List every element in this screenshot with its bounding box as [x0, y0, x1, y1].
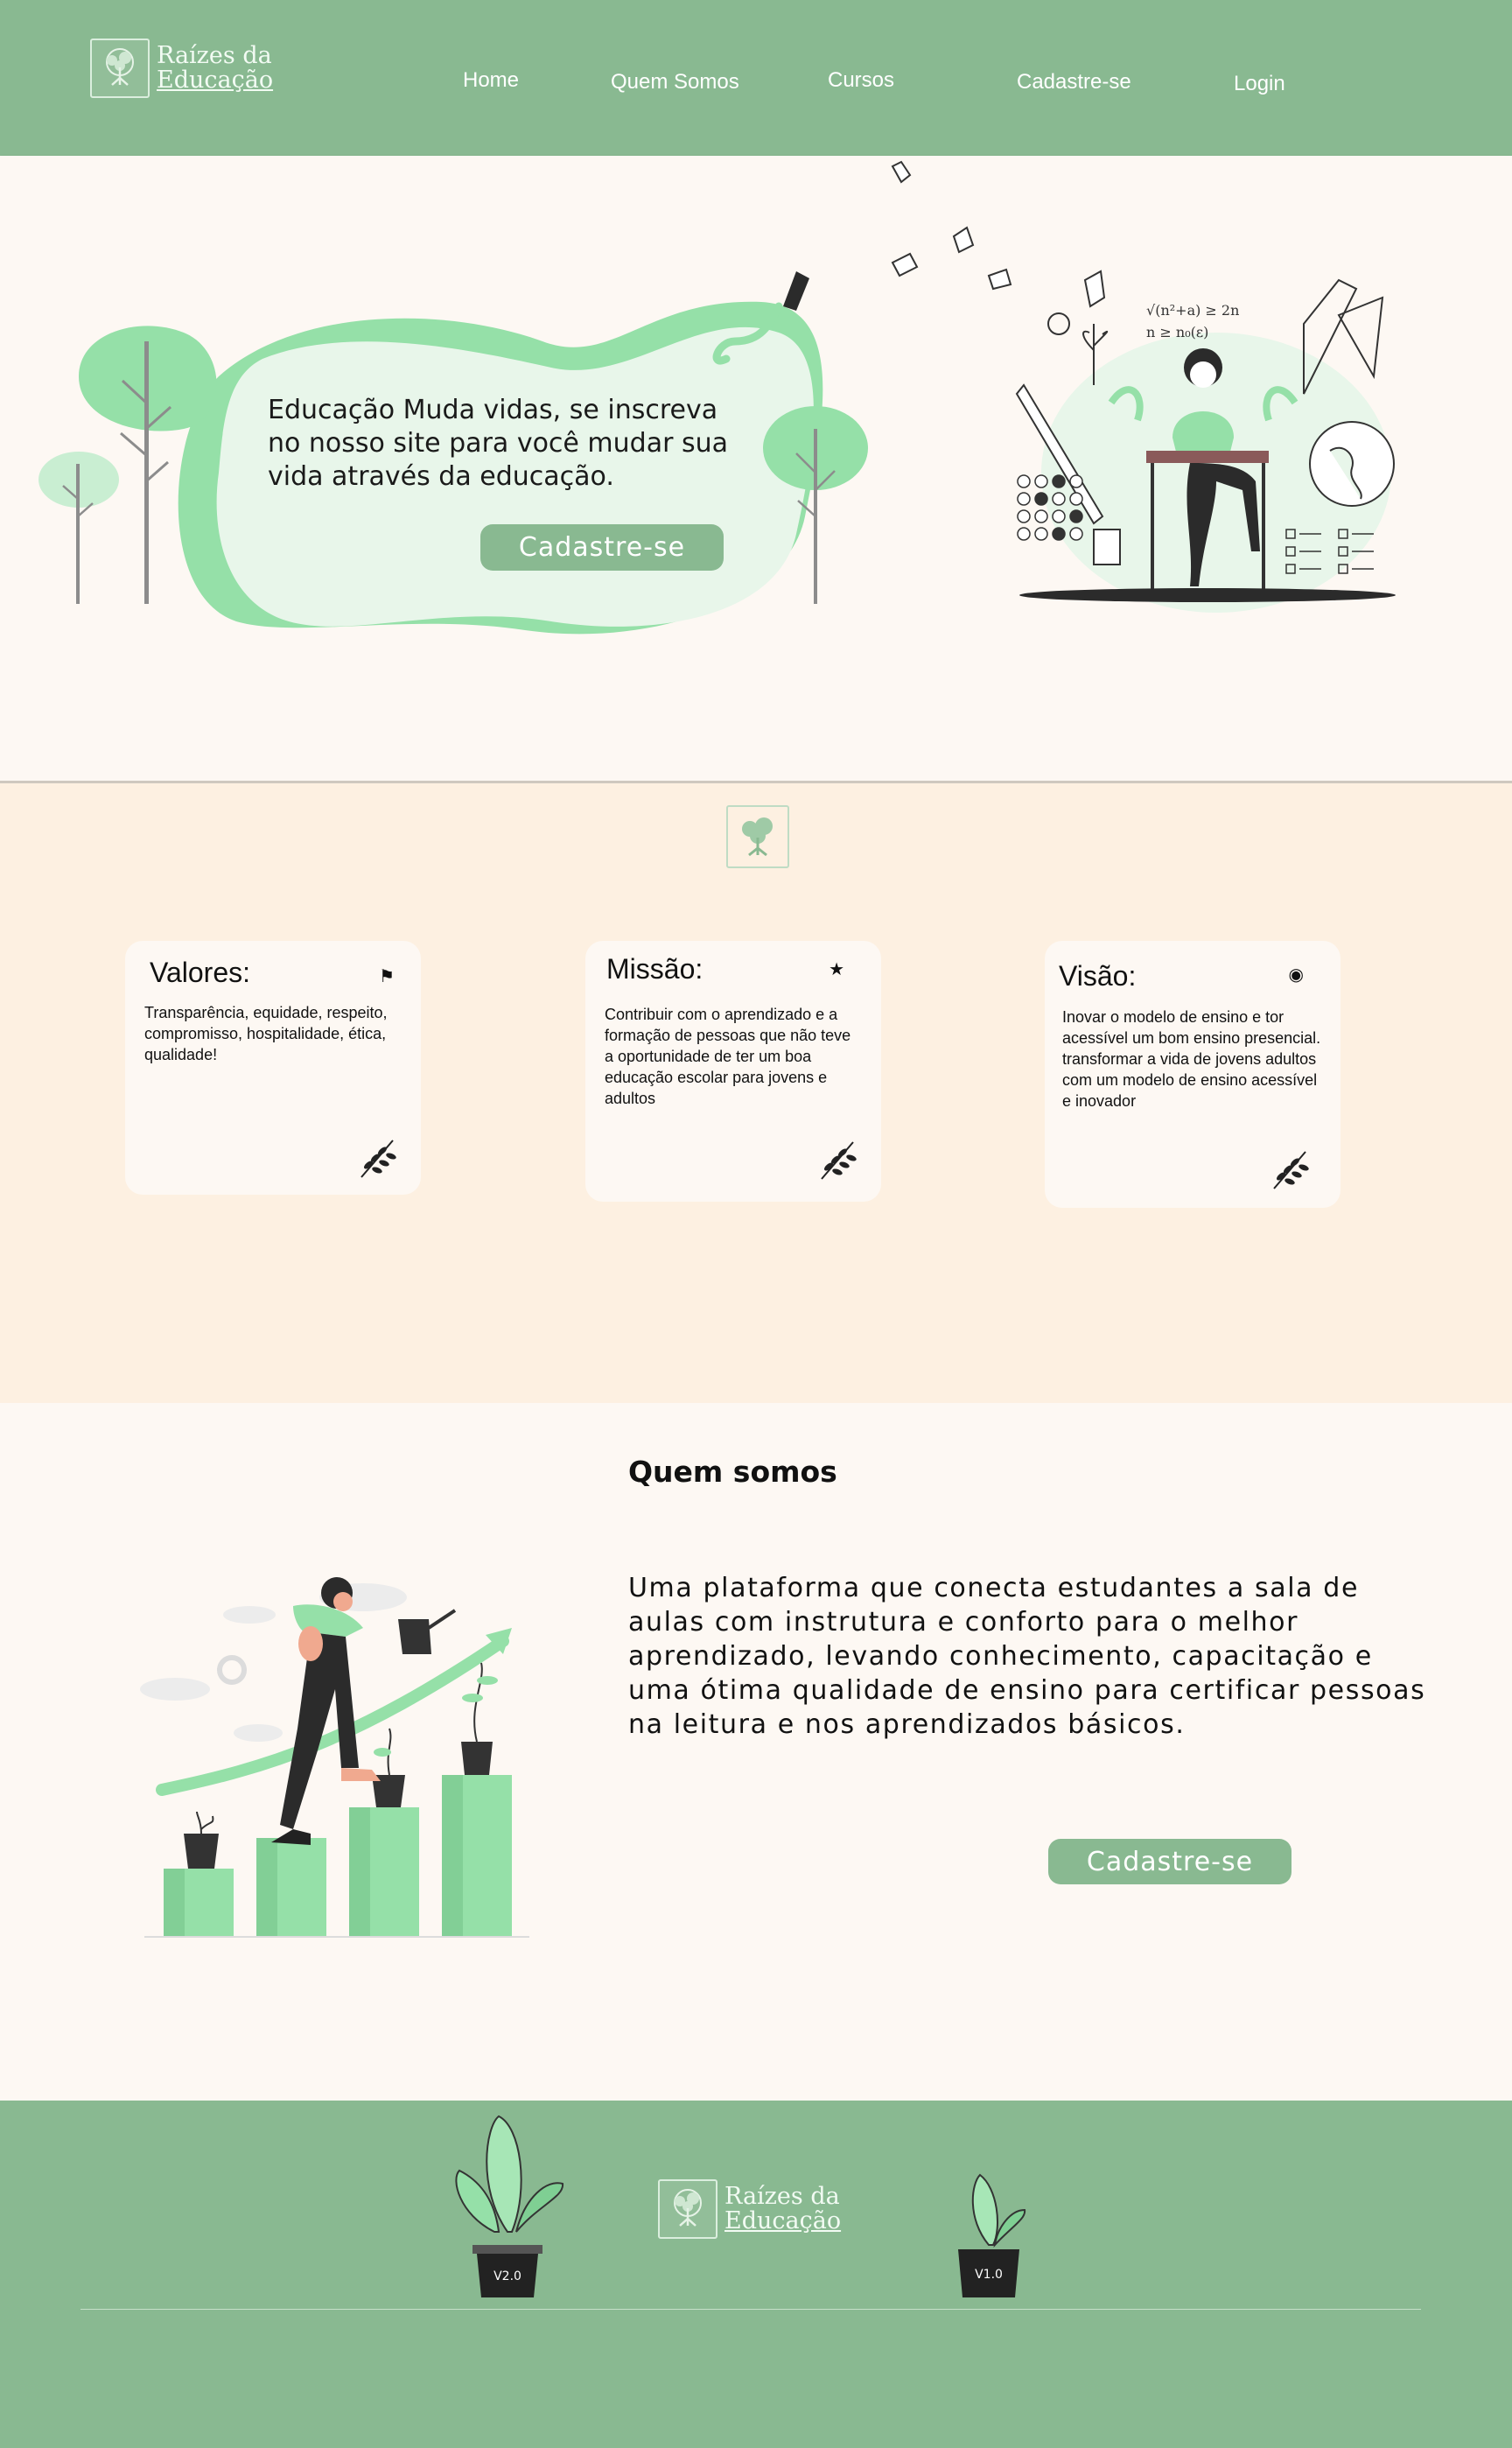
- footer-logo[interactable]: Raízes da Educação: [658, 2179, 841, 2239]
- growth-woman-illustration: [140, 1577, 529, 1938]
- values-card-title: Valores:: [150, 957, 251, 988]
- values-card: Valores: ⚑ Transparência, equidade, resp…: [125, 941, 421, 1195]
- footer-logo-line-1: Raízes da: [724, 2183, 840, 2210]
- pot-right-label: V1.0: [975, 2268, 1003, 2282]
- values-card-body: Transparência, equidade, respeito, compr…: [144, 1004, 388, 1063]
- pot-left-label: V2.0: [494, 2269, 522, 2283]
- mission-card: Missão: ★ Contribuir com o aprendizado e…: [585, 941, 881, 1202]
- plant-pot-left-icon: V2.0: [455, 2115, 564, 2297]
- formula-text-1: √(n²+a) ≥ 2n: [1146, 302, 1239, 319]
- mission-card-body: Contribuir com o aprendizado e a formaçã…: [605, 1006, 851, 1107]
- footer-logo-line-2: Educação: [724, 2207, 842, 2234]
- about-title: Quem somos: [628, 1455, 837, 1489]
- footer-logo-wordmark: Raízes da Educação: [724, 2185, 841, 2234]
- vision-card: Visão: ◉ Inovar o modelo de ensino e tor…: [1045, 941, 1340, 1208]
- vision-card-body: Inovar o modelo de ensino e tor acessíve…: [1062, 1008, 1321, 1110]
- hero-headline: Educação Muda vidas, se inscreva no noss…: [268, 395, 728, 492]
- about-text: Uma plataforma que conecta estudantes a …: [628, 1573, 1426, 1740]
- leaf-branch-icon: [1273, 1151, 1309, 1189]
- logo-line-1: Raízes da: [157, 42, 272, 69]
- footer-divider: [80, 2309, 1421, 2310]
- logo-line-2: Educação: [157, 67, 274, 94]
- plant-pot-right-icon: V1.0: [958, 2173, 1026, 2297]
- tree-logo-icon: [90, 39, 150, 98]
- formula-text-2: n ≥ n₀(ε): [1146, 324, 1208, 340]
- tree-logo-icon: [658, 2179, 718, 2239]
- student-studying-illustration: √(n²+a) ≥ 2n n ≥ n₀(ε): [1015, 278, 1396, 613]
- eye-icon: ◉: [1288, 964, 1304, 985]
- logo-wordmark: Raízes da Educação: [157, 44, 273, 93]
- leaf-branch-icon: [360, 1140, 396, 1178]
- nav-cursos[interactable]: Cursos: [828, 68, 894, 93]
- flag-icon: ⚑: [379, 965, 395, 986]
- hero-cadastre-button[interactable]: Cadastre-se: [480, 524, 724, 571]
- section-tree-logo-icon: [726, 805, 789, 868]
- nav-login[interactable]: Login: [1234, 72, 1285, 96]
- nav-home[interactable]: Home: [463, 68, 519, 93]
- header-logo[interactable]: Raízes da Educação: [90, 39, 273, 98]
- nav-quem-somos[interactable]: Quem Somos: [611, 70, 739, 95]
- vision-card-title: Visão:: [1059, 960, 1137, 992]
- nav-cadastre-se[interactable]: Cadastre-se: [1017, 70, 1131, 95]
- site-footer: [0, 2101, 1512, 2448]
- mission-card-title: Missão:: [606, 953, 704, 985]
- leaf-branch-icon: [821, 1141, 857, 1180]
- star-icon: ★: [829, 958, 844, 979]
- about-cadastre-button[interactable]: Cadastre-se: [1048, 1839, 1292, 1884]
